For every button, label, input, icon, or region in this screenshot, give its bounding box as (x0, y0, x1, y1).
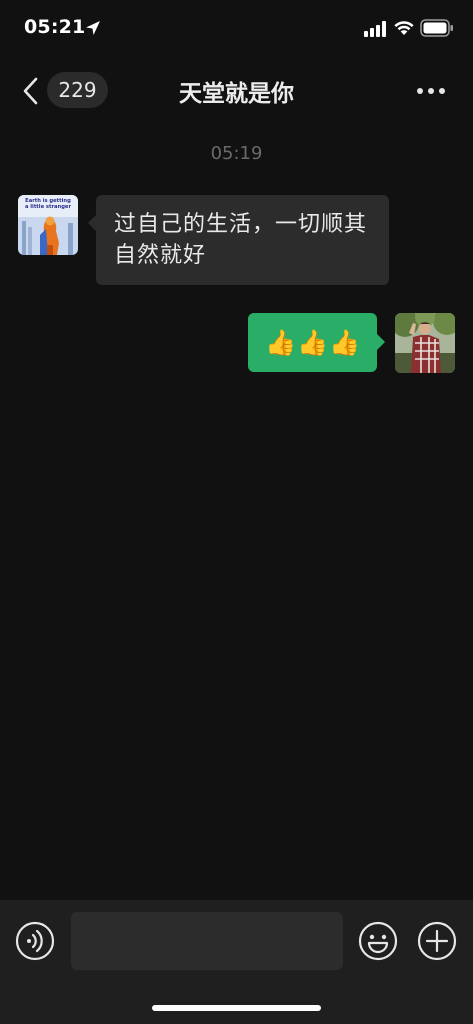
more-dots-icon[interactable] (416, 86, 446, 96)
wifi-icon (394, 21, 414, 35)
my-avatar[interactable] (395, 313, 455, 373)
emoji-icon[interactable] (358, 921, 398, 961)
svg-text:a little stranger: a little stranger (25, 204, 71, 210)
contact-avatar[interactable]: Earth is getting a little stranger (18, 195, 78, 255)
outgoing-message-bubble[interactable]: 👍👍👍 (248, 313, 385, 372)
chat-header: 229 天堂就是你 (0, 60, 473, 122)
contact-avatar-image: Earth is getting a little stranger (18, 195, 78, 255)
chat-title: 天堂就是你 (179, 81, 294, 107)
status-bar: 05:21 (0, 0, 473, 56)
battery-icon (420, 19, 453, 37)
chevron-left-icon[interactable] (20, 76, 42, 106)
voice-input-icon[interactable] (15, 921, 55, 961)
incoming-message-text: 过自己的生活，一切顺其自然就好 (114, 212, 368, 268)
home-indicator (152, 1005, 321, 1011)
my-avatar-image (395, 313, 455, 373)
cellular-signal-icon (364, 21, 386, 37)
unread-count-badge[interactable]: 229 (47, 72, 108, 108)
message-input[interactable] (71, 912, 343, 970)
status-time: 05:21 (24, 16, 86, 38)
chat-input-bar (0, 900, 473, 1024)
message-timestamp: 05:19 (210, 143, 263, 164)
plus-circle-icon[interactable] (417, 921, 457, 961)
location-arrow-icon (86, 21, 100, 35)
outgoing-message-text: 👍👍👍 (265, 328, 362, 357)
incoming-message-bubble[interactable]: 过自己的生活，一切顺其自然就好 (88, 195, 389, 285)
